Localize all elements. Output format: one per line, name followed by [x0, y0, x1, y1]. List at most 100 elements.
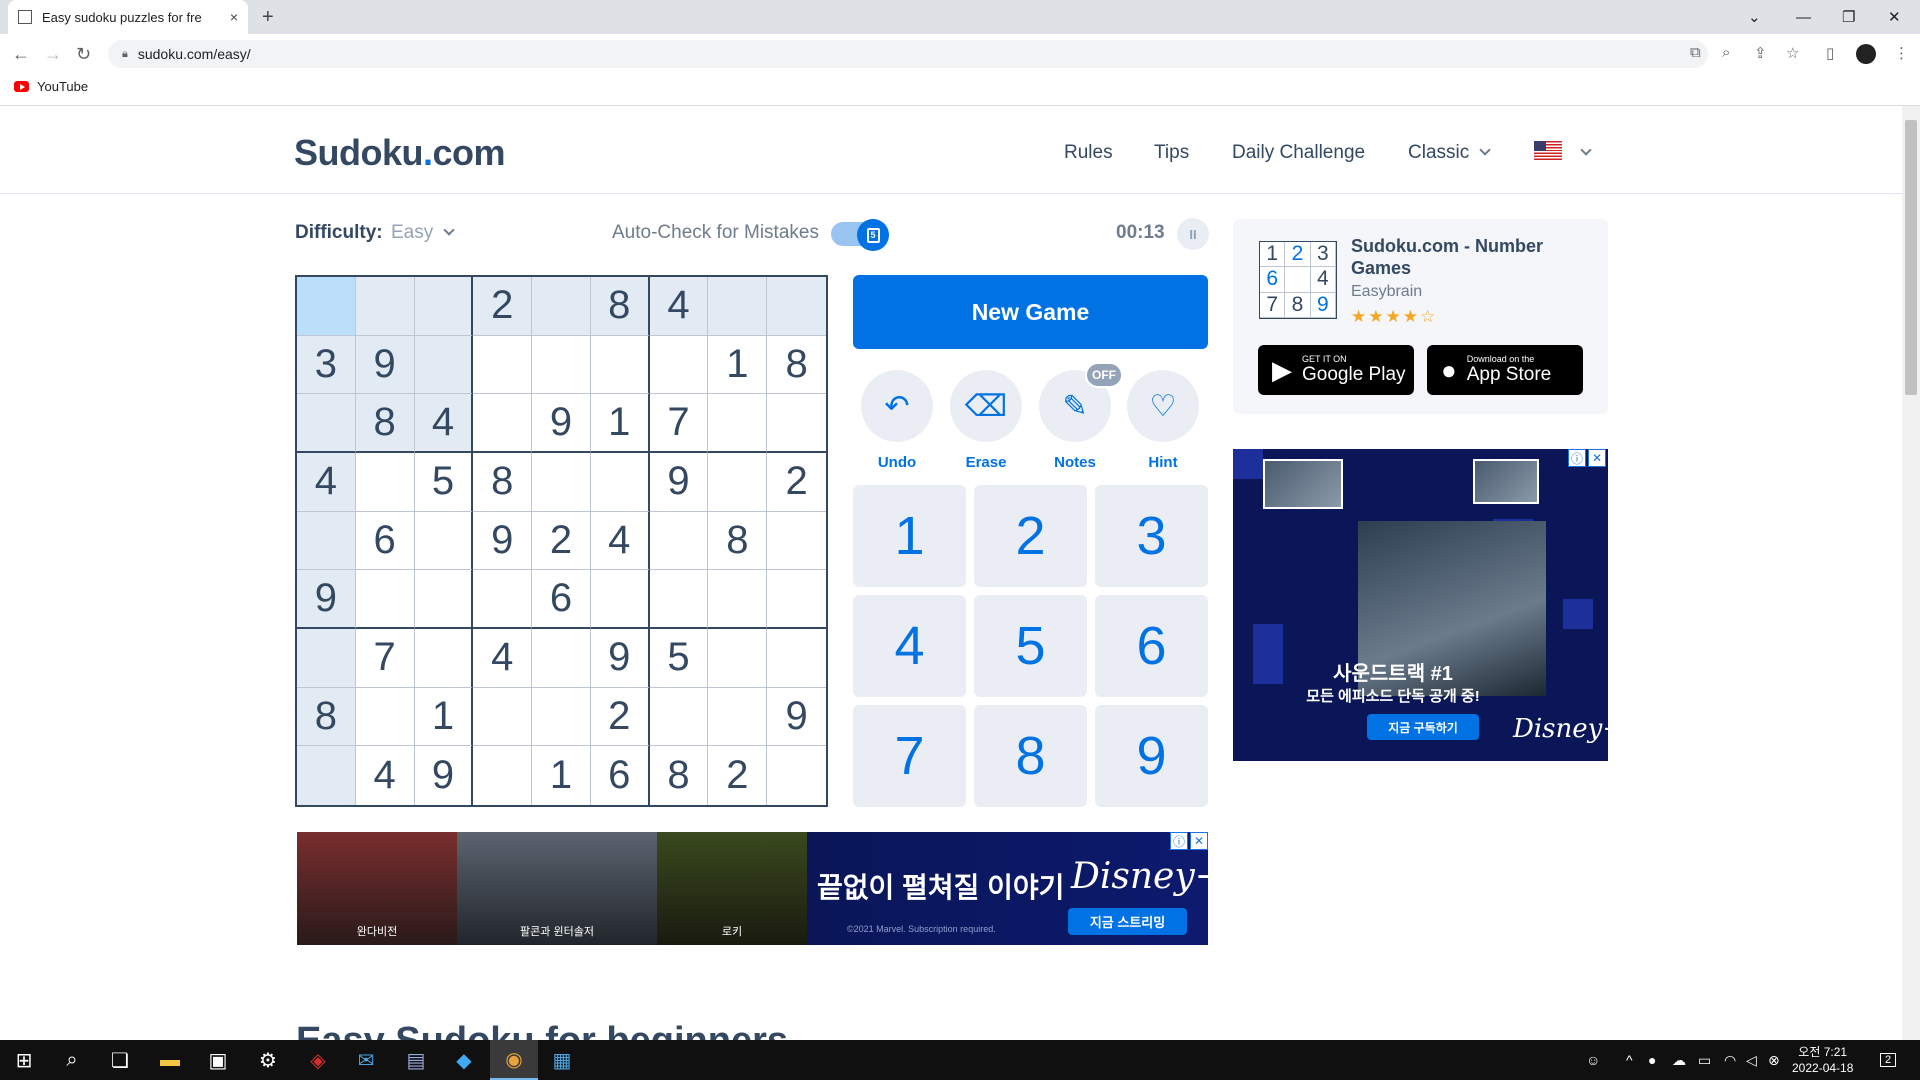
board-cell-r9c7[interactable]: 8 [649, 746, 709, 805]
windows-start-icon[interactable]: ⊞ [0, 1040, 48, 1080]
tray-battery-icon[interactable]: ▭ [1698, 1040, 1711, 1080]
board-cell-r7c6[interactable]: 9 [590, 629, 650, 688]
mail-icon[interactable]: ✉ [342, 1040, 390, 1080]
board-cell-r1c4[interactable]: 2 [473, 277, 533, 336]
board-cell-r5c6[interactable]: 4 [590, 511, 650, 571]
board-cell-r8c8[interactable] [708, 687, 768, 747]
board-cell-r3c5[interactable]: 9 [532, 394, 591, 453]
tray-cloud-icon[interactable]: ☁ [1672, 1040, 1686, 1080]
tray-volume-icon[interactable]: ◁ [1746, 1040, 1757, 1080]
board-cell-r2c4[interactable] [473, 335, 533, 395]
board-cell-r8c6[interactable]: 2 [590, 687, 650, 747]
board-cell-r2c1[interactable]: 3 [297, 335, 356, 395]
board-cell-r9c1[interactable] [297, 746, 356, 805]
board-cell-r7c5[interactable] [532, 629, 591, 688]
board-cell-r6c6[interactable] [590, 570, 650, 629]
board-cell-r3c4[interactable] [473, 394, 533, 453]
new-tab-button[interactable]: + [262, 6, 274, 29]
board-cell-r9c6[interactable]: 6 [590, 746, 650, 805]
board-cell-r8c4[interactable] [473, 687, 533, 747]
board-cell-r5c5[interactable]: 2 [532, 511, 591, 571]
banner-ad[interactable]: 완다비전 팔콘과 윈터솔저 로키 끝없이 펼쳐질 이야기 ©2021 Marve… [297, 832, 1208, 945]
new-game-button[interactable]: New Game [853, 275, 1208, 349]
pause-button[interactable]: II [1177, 218, 1209, 250]
chrome-icon[interactable]: ◉ [490, 1040, 538, 1080]
board-cell-r4c7[interactable]: 9 [649, 453, 709, 512]
address-bar[interactable]: 🔒︎ sudoku.com/easy/ [108, 40, 1708, 68]
board-cell-r7c2[interactable]: 7 [355, 629, 415, 688]
board-cell-r1c1[interactable] [297, 277, 356, 336]
back-icon[interactable]: ← [12, 44, 30, 65]
store-icon[interactable]: ▣ [194, 1040, 242, 1080]
side-ad[interactable]: 사운드트랙 #1 모든 에피소드 단독 공개 중! 지금 구독하기 Disney… [1233, 449, 1608, 761]
number-key-1[interactable]: 1 [853, 485, 966, 587]
board-cell-r2c9[interactable]: 8 [767, 335, 826, 395]
board-cell-r3c7[interactable]: 7 [649, 394, 709, 453]
board-cell-r8c3[interactable]: 1 [414, 687, 474, 747]
ad-info-icon[interactable]: ⓘ [1170, 832, 1188, 850]
vscode-icon[interactable]: ◆ [440, 1040, 488, 1080]
board-cell-r7c8[interactable] [708, 629, 768, 688]
board-cell-r6c5[interactable]: 6 [532, 570, 591, 629]
board-cell-r6c3[interactable] [414, 570, 474, 629]
board-cell-r2c3[interactable] [414, 335, 474, 395]
number-key-9[interactable]: 9 [1095, 705, 1208, 807]
board-cell-r2c6[interactable] [590, 335, 650, 395]
nav-rules[interactable]: Rules [1064, 142, 1113, 164]
search-icon[interactable]: ⌕ [48, 1040, 96, 1080]
number-key-3[interactable]: 3 [1095, 485, 1208, 587]
board-cell-r5c2[interactable]: 6 [355, 511, 415, 571]
menu-icon[interactable]: ⋮ [1894, 44, 1909, 62]
minimize-button[interactable]: — [1796, 0, 1811, 34]
autocheck-toggle-knob[interactable]: 5 [857, 219, 889, 251]
board-cell-r6c7[interactable] [649, 570, 709, 629]
board-cell-r3c1[interactable] [297, 394, 356, 453]
google-play-button[interactable]: ▶ GET IT ON Google Play [1258, 345, 1414, 395]
board-cell-r9c2[interactable]: 4 [355, 746, 415, 805]
board-cell-r4c4[interactable]: 8 [473, 453, 533, 512]
board-cell-r9c8[interactable]: 2 [708, 746, 768, 805]
board-cell-r6c2[interactable] [355, 570, 415, 629]
board-cell-r2c2[interactable]: 9 [355, 335, 415, 395]
profile-avatar[interactable] [1856, 44, 1876, 64]
ad-subscribe-button[interactable]: 지금 구독하기 [1367, 714, 1479, 740]
board-cell-r2c8[interactable]: 1 [708, 335, 768, 395]
board-cell-r7c9[interactable] [767, 629, 826, 688]
board-cell-r2c7[interactable] [649, 335, 709, 395]
nav-daily-challenge[interactable]: Daily Challenge [1232, 142, 1365, 164]
tab-search-icon[interactable]: ⌄ [1748, 0, 1761, 34]
notification-icon[interactable]: 2 [1880, 1040, 1897, 1080]
number-key-7[interactable]: 7 [853, 705, 966, 807]
zoom-icon[interactable]: ⌕ [1722, 44, 1730, 61]
close-window-button[interactable]: ✕ [1888, 0, 1901, 34]
board-cell-r6c8[interactable] [708, 570, 768, 629]
taskbar-clock[interactable]: 오전 7:21 2022-04-18 [1792, 1044, 1853, 1076]
board-cell-r7c4[interactable]: 4 [473, 629, 533, 688]
ad-close-icon[interactable]: ✕ [1190, 832, 1208, 850]
nav-tips[interactable]: Tips [1154, 142, 1189, 164]
board-cell-r8c9[interactable]: 9 [767, 687, 826, 747]
board-cell-r5c7[interactable] [649, 511, 709, 571]
notepad-icon[interactable]: ▤ [392, 1040, 440, 1080]
ad-stream-button[interactable]: 지금 스트리밍 [1068, 908, 1187, 935]
board-cell-r1c6[interactable]: 8 [590, 277, 650, 336]
board-cell-r9c4[interactable] [473, 746, 533, 805]
tray-security-icon[interactable]: ● [1648, 1040, 1656, 1080]
hint-button[interactable]: ♡ Hint [1127, 370, 1199, 471]
board-cell-r8c2[interactable] [355, 687, 415, 747]
board-cell-r9c5[interactable]: 1 [532, 746, 591, 805]
board-cell-r8c1[interactable]: 8 [297, 687, 356, 747]
board-cell-r6c4[interactable] [473, 570, 533, 629]
tray-expand-icon[interactable]: ^ [1626, 1040, 1633, 1080]
board-cell-r5c3[interactable] [414, 511, 474, 571]
board-cell-r1c5[interactable] [532, 277, 591, 336]
board-cell-r4c6[interactable] [590, 453, 650, 512]
board-cell-r8c7[interactable] [649, 687, 709, 747]
board-cell-r7c7[interactable]: 5 [649, 629, 709, 688]
board-cell-r6c9[interactable] [767, 570, 826, 629]
board-cell-r3c9[interactable] [767, 394, 826, 453]
difficulty-dropdown[interactable]: Easy [391, 222, 455, 244]
paint-icon[interactable]: ▦ [538, 1040, 586, 1080]
side-panel-icon[interactable]: ▯ [1826, 44, 1834, 62]
board-cell-r4c2[interactable] [355, 453, 415, 512]
